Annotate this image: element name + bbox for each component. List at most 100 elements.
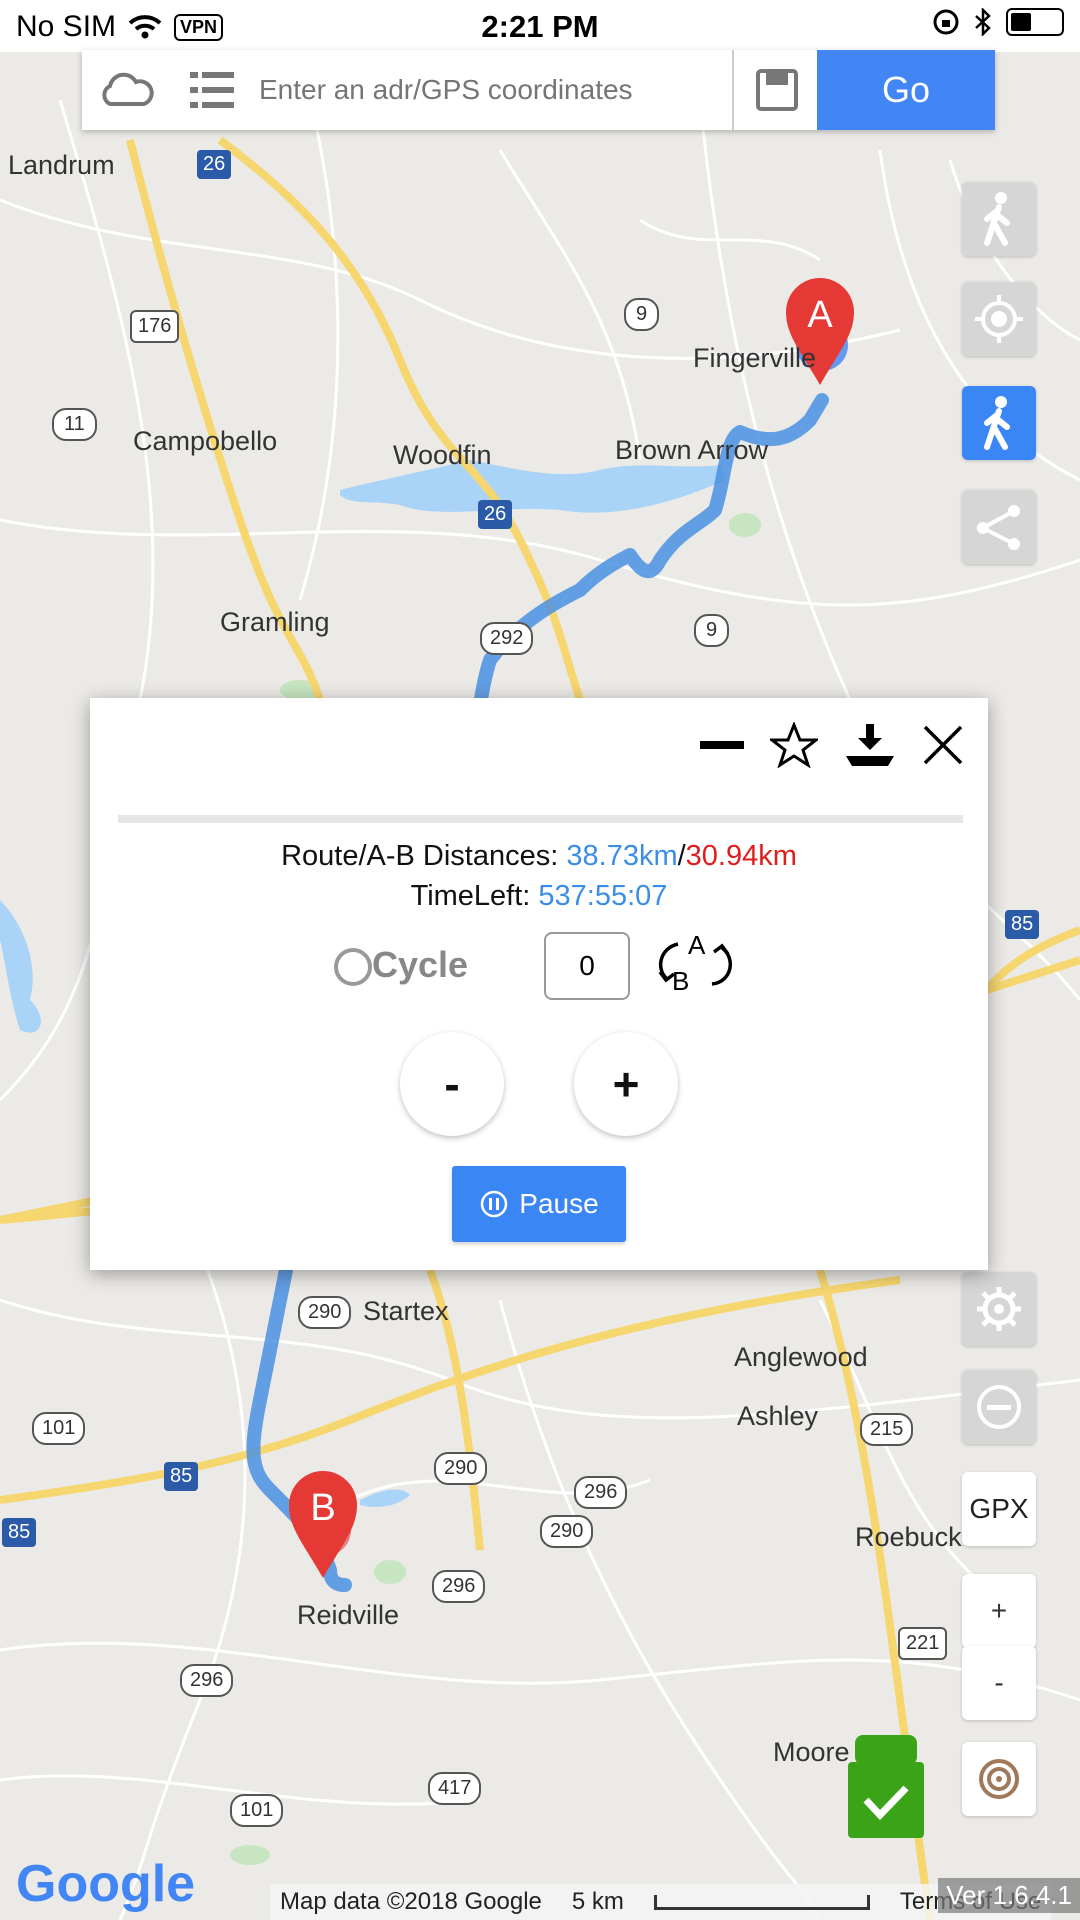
locate-button[interactable]	[962, 282, 1036, 356]
road-shield: 290	[540, 1515, 594, 1548]
time-left-line: TimeLeft: 537:55:07	[90, 880, 988, 913]
rotation-lock-icon	[933, 9, 959, 35]
ab-distance: 30.94km	[685, 840, 797, 872]
road-shield: 296	[180, 1664, 234, 1697]
pause-icon	[481, 1190, 508, 1218]
battery-icon	[1006, 8, 1064, 36]
star-icon[interactable]	[770, 722, 818, 768]
place-label: Startex	[363, 1296, 449, 1326]
place-label: Anglewood	[734, 1342, 868, 1372]
road-shield: 296	[574, 1476, 628, 1509]
status-time: 2:21 PM	[481, 9, 599, 44]
map-attribution: Map data ©2018 Google 5 km Terms of Use	[270, 1884, 1052, 1920]
gpx-button[interactable]: GPX	[962, 1472, 1036, 1546]
confirm-pin[interactable]	[848, 1735, 924, 1838]
zoom-out-button[interactable]: -	[962, 1646, 1036, 1720]
save-icon[interactable]	[747, 60, 807, 120]
remove-button[interactable]	[962, 1370, 1036, 1444]
place-label: Woodfin	[393, 440, 492, 470]
status-bar: No SIM VPN 2:21 PM	[0, 0, 1080, 52]
road-shield: 85	[1005, 910, 1040, 939]
route-distance: 38.73km	[566, 840, 678, 872]
time-left-label: TimeLeft:	[410, 880, 539, 912]
close-icon[interactable]	[922, 724, 964, 766]
crosshair-icon	[975, 295, 1023, 343]
road-shield: 85	[2, 1518, 37, 1547]
place-label: Fingerville	[693, 343, 817, 373]
search-input[interactable]	[257, 58, 806, 122]
road-shield: 26	[478, 500, 513, 529]
target-icon	[979, 1759, 1019, 1799]
place-label: Moore	[773, 1737, 850, 1767]
place-label: Gramling	[220, 607, 330, 637]
road-shield: 176	[130, 310, 180, 343]
walking-person-icon	[984, 192, 1010, 246]
loop-ab-icon[interactable]: A B	[650, 924, 740, 1004]
search-toolbar: Go	[82, 50, 995, 130]
distances-label: Route/A-B Distances:	[281, 840, 567, 872]
scale-bar	[653, 1894, 870, 1910]
toolbar-divider	[732, 50, 734, 130]
place-label: Landrum	[8, 150, 115, 180]
place-label: Brown Arrow	[615, 435, 769, 465]
attribution-text: Map data ©2018 Google	[280, 1888, 542, 1915]
road-shield: 9	[694, 614, 730, 647]
cycle-radio[interactable]	[334, 948, 372, 986]
bluetooth-icon	[975, 8, 991, 36]
distance-separator: /	[677, 840, 686, 872]
route-mode-button[interactable]	[962, 490, 1036, 564]
walk-mode-button[interactable]	[962, 182, 1036, 256]
place-label: Ashley	[737, 1401, 819, 1431]
zoom-in-label: +	[990, 1595, 1008, 1626]
list-icon[interactable]	[182, 60, 242, 120]
road-shield: 26	[197, 150, 232, 179]
zoom-out-label: -	[994, 1667, 1004, 1698]
dialog-header-icons	[700, 722, 964, 768]
settings-button[interactable]	[962, 1272, 1036, 1346]
go-button[interactable]: Go	[817, 50, 995, 130]
pause-label: Pause	[519, 1188, 599, 1219]
dialog-divider	[118, 815, 963, 823]
road-shield: 290	[434, 1452, 488, 1485]
download-icon[interactable]	[844, 722, 896, 768]
speed-plus-button[interactable]: +	[574, 1032, 678, 1136]
place-label: Roebuck	[855, 1522, 962, 1552]
road-shield: 215	[860, 1413, 914, 1446]
scale-label: 5 km	[571, 1888, 624, 1915]
share-route-icon	[977, 505, 1020, 550]
marker-a-letter: A	[807, 294, 833, 336]
minus-circle-icon	[977, 1385, 1021, 1429]
road-shield: 11	[52, 408, 97, 441]
speed-minus-button[interactable]: -	[400, 1032, 504, 1136]
cloud-icon[interactable]	[96, 60, 156, 120]
walking-person-icon	[984, 396, 1010, 450]
road-shield: 221	[898, 1627, 948, 1660]
google-logo-text: Google	[16, 1855, 196, 1913]
road-shield: 417	[428, 1772, 482, 1805]
loop-a-label: A	[688, 930, 706, 960]
version-label: Ver 1.6.4.1	[938, 1878, 1080, 1913]
road-shield: 9	[624, 298, 660, 331]
place-label: Reidville	[297, 1600, 400, 1630]
road-shield: 290	[298, 1296, 352, 1329]
cycle-label[interactable]: Cycle	[372, 944, 468, 986]
multi-spot-mode-button[interactable]	[962, 386, 1036, 460]
cycle-count-input[interactable]	[544, 932, 630, 1000]
road-shield: 292	[480, 622, 534, 655]
loop-b-label: B	[672, 966, 690, 996]
pause-button[interactable]: Pause	[452, 1166, 626, 1242]
road-shield: 296	[432, 1570, 486, 1603]
gpx-label: GPX	[969, 1493, 1029, 1524]
zoom-in-button[interactable]: +	[962, 1574, 1036, 1648]
road-shield: 101	[32, 1412, 86, 1445]
marker-b-letter: B	[310, 1487, 335, 1529]
distances-line: Route/A-B Distances: 38.73km/30.94km	[90, 840, 988, 873]
compass-button[interactable]	[962, 1742, 1036, 1816]
road-shield: 101	[230, 1794, 284, 1827]
minimize-icon[interactable]	[700, 723, 744, 767]
gear-icon	[977, 1287, 1021, 1331]
google-logo: Google	[16, 1854, 195, 1914]
time-left-value: 537:55:07	[538, 880, 668, 912]
route-dialog: Route/A-B Distances: 38.73km/30.94km Tim…	[90, 698, 988, 1270]
place-label: Campobello	[133, 426, 278, 456]
